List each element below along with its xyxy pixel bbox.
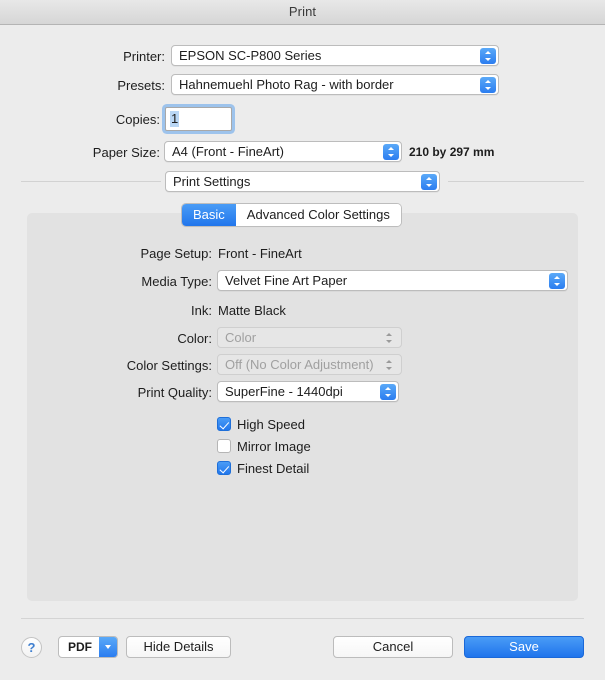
hide-details-button[interactable]: Hide Details bbox=[126, 636, 231, 658]
checkbox-unchecked-icon bbox=[217, 439, 231, 453]
cancel-button[interactable]: Cancel bbox=[333, 636, 453, 658]
footer-divider bbox=[21, 618, 584, 619]
checkbox-finest-detail-label: Finest Detail bbox=[237, 461, 310, 476]
presets-popup-value: Hahnemuehl Photo Rag - with border bbox=[179, 77, 394, 92]
color-settings-label: Color Settings: bbox=[126, 358, 212, 373]
pdf-menu-label: PDF bbox=[68, 640, 92, 654]
media-type-popup-value: Velvet Fine Art Paper bbox=[225, 273, 348, 288]
print-pane-selector-value: Print Settings bbox=[173, 174, 251, 189]
chevron-updown-icon bbox=[480, 47, 496, 64]
save-button[interactable]: Save bbox=[464, 636, 584, 658]
chevron-updown-icon bbox=[380, 383, 396, 400]
copies-input[interactable]: 1 bbox=[165, 107, 232, 131]
print-quality-label: Print Quality: bbox=[137, 385, 212, 400]
print-dialog: Print Printer: EPSON SC-P800 Series Pres… bbox=[0, 0, 605, 680]
presets-popup[interactable]: Hahnemuehl Photo Rag - with border bbox=[171, 74, 499, 95]
chevron-down-icon[interactable] bbox=[99, 637, 117, 657]
help-button[interactable]: ? bbox=[21, 637, 42, 658]
window-titlebar: Print bbox=[0, 0, 605, 25]
divider-left bbox=[21, 181, 161, 182]
tab-basic[interactable]: Basic bbox=[182, 204, 236, 226]
color-popup[interactable]: Color bbox=[217, 327, 402, 348]
copies-input-value: 1 bbox=[170, 111, 180, 127]
pdf-menu-button[interactable]: PDF bbox=[58, 636, 118, 658]
paper-size-popup-value: A4 (Front - FineArt) bbox=[172, 144, 284, 159]
chevron-updown-icon bbox=[480, 76, 496, 93]
media-type-popup[interactable]: Velvet Fine Art Paper bbox=[217, 270, 568, 291]
color-label: Color: bbox=[177, 331, 212, 346]
color-settings-popup-value: Off (No Color Adjustment) bbox=[225, 357, 374, 372]
chevron-updown-icon bbox=[421, 173, 437, 190]
ink-value: Matte Black bbox=[218, 303, 286, 318]
print-settings-panel: Page Setup: Front - FineArt Media Type: … bbox=[27, 213, 578, 601]
paper-dimensions-text: 210 by 297 mm bbox=[409, 145, 495, 159]
print-pane-selector-popup[interactable]: Print Settings bbox=[165, 171, 440, 192]
page-setup-label: Page Setup: bbox=[140, 246, 212, 261]
checkbox-high-speed-label: High Speed bbox=[237, 417, 305, 432]
print-quality-popup[interactable]: SuperFine - 1440dpi bbox=[217, 381, 399, 402]
chevron-updown-icon bbox=[383, 143, 399, 160]
printer-popup[interactable]: EPSON SC-P800 Series bbox=[171, 45, 499, 66]
checkbox-mirror-image-label: Mirror Image bbox=[237, 439, 311, 454]
chevron-updown-icon bbox=[381, 357, 397, 373]
chevron-updown-icon bbox=[381, 330, 397, 346]
presets-label: Presets: bbox=[117, 78, 165, 93]
ink-label: Ink: bbox=[191, 303, 212, 318]
media-type-label: Media Type: bbox=[141, 274, 212, 289]
settings-tab-bar: Basic Advanced Color Settings bbox=[182, 204, 401, 226]
color-settings-popup[interactable]: Off (No Color Adjustment) bbox=[217, 354, 402, 375]
page-setup-value: Front - FineArt bbox=[218, 246, 302, 261]
copies-label: Copies: bbox=[115, 112, 160, 127]
window-title: Print bbox=[288, 4, 317, 19]
checkbox-checked-icon bbox=[217, 461, 231, 475]
printer-label: Printer: bbox=[123, 49, 165, 64]
chevron-updown-icon bbox=[549, 272, 565, 289]
color-popup-value: Color bbox=[225, 330, 257, 345]
checkbox-checked-icon bbox=[217, 417, 231, 431]
paper-size-popup[interactable]: A4 (Front - FineArt) bbox=[164, 141, 402, 162]
print-quality-popup-value: SuperFine - 1440dpi bbox=[225, 384, 343, 399]
tab-advanced-color-settings[interactable]: Advanced Color Settings bbox=[235, 204, 401, 226]
divider-right bbox=[448, 181, 584, 182]
printer-popup-value: EPSON SC-P800 Series bbox=[179, 48, 322, 63]
paper-size-label: Paper Size: bbox=[92, 145, 160, 160]
